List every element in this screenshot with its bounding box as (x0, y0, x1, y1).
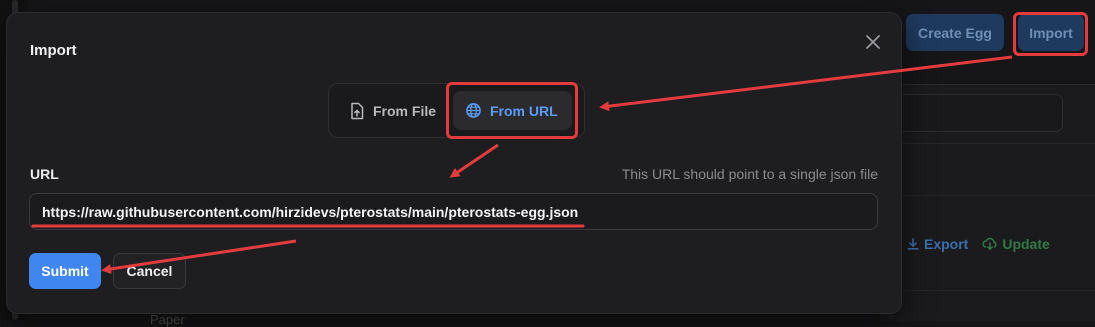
tab-from-file[interactable]: From File (337, 91, 448, 130)
export-link[interactable]: Export (906, 236, 968, 252)
divider (880, 290, 1095, 291)
import-modal: Import From File From URL URL This URL s… (6, 12, 902, 314)
url-input[interactable] (29, 193, 878, 230)
modal-title: Import (30, 42, 77, 59)
background-row-actions: Export Update (906, 236, 1050, 252)
divider (880, 195, 1095, 196)
close-button[interactable] (863, 32, 883, 52)
import-button[interactable]: Import (1018, 14, 1084, 51)
url-field-label: URL (30, 166, 59, 182)
file-upload-icon (351, 102, 364, 119)
globe-icon (466, 103, 481, 118)
update-label: Update (1002, 236, 1050, 252)
tab-from-file-label: From File (373, 102, 437, 119)
download-icon (907, 237, 919, 250)
url-hint-text: This URL should point to a single json f… (621, 166, 878, 182)
background-search-input[interactable] (878, 94, 1063, 132)
tab-from-url-label: From URL (490, 102, 558, 119)
export-label: Export (924, 236, 969, 252)
divider (880, 143, 1095, 144)
close-icon (866, 35, 880, 49)
update-link[interactable]: Update (982, 236, 1050, 252)
import-source-tabs: From File From URL (328, 83, 585, 138)
submit-button[interactable]: Submit (29, 253, 101, 289)
cancel-button[interactable]: Cancel (113, 253, 186, 289)
cloud-download-icon (982, 237, 997, 251)
tab-from-url[interactable]: From URL (453, 91, 572, 130)
create-egg-button[interactable]: Create Egg (906, 14, 1004, 51)
